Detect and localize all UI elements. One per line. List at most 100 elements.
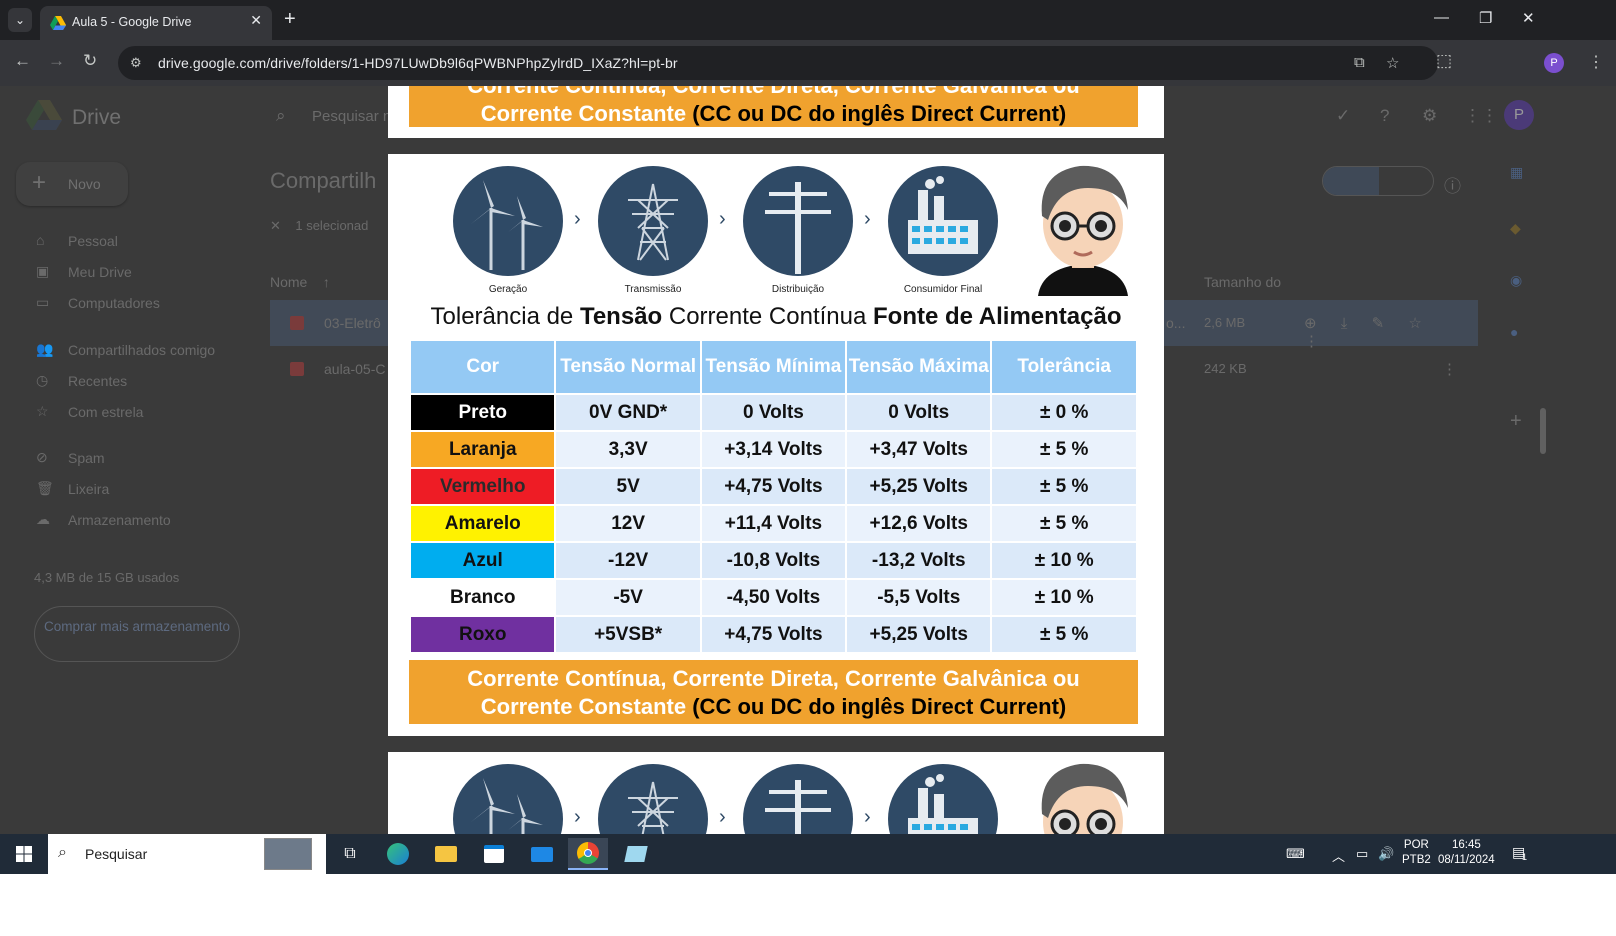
bottom-banner-line2: Corrente Constante (CC ou DC do inglês D…: [409, 693, 1138, 721]
show-hidden-icons-chevron-icon[interactable]: ︿: [1332, 846, 1345, 865]
profile-avatar[interactable]: P: [1544, 53, 1564, 73]
file-name: aula-05-C: [324, 361, 386, 377]
back-icon[interactable]: ←: [14, 51, 31, 71]
selection-status: ✕ 1 selecionad: [270, 218, 400, 242]
tolerance-table: Cor Tensão Normal Tensão Mínima Tensão M…: [409, 339, 1138, 654]
contacts-side-icon[interactable]: ●: [1510, 324, 1534, 342]
account-avatar[interactable]: P: [1504, 100, 1534, 130]
table-row: Preto 0V GND* 0 Volts 0 Volts ± 0 %: [411, 395, 1136, 430]
blank-area-below-screen: [0, 874, 1616, 936]
bottom-banner-orange-text: Corrente Constante: [480, 694, 687, 719]
site-settings-icon[interactable]: ⚙: [130, 55, 146, 71]
flow-label-transmission: Transmissão: [624, 284, 682, 295]
cell-color: Azul: [411, 543, 555, 578]
taskbar-search-placeholder: Pesquisar: [85, 846, 148, 862]
share-icon[interactable]: ⊕: [1304, 315, 1317, 332]
cell-normal-voltage: 3,3V: [556, 432, 700, 467]
address-bar[interactable]: ⚙ drive.google.com/drive/folders/1-HD97L…: [118, 46, 1438, 80]
search-icon[interactable]: ⌕: [276, 106, 286, 126]
cell-color: Roxo: [411, 617, 555, 652]
plus-icon: +: [32, 169, 47, 196]
more-actions-icon[interactable]: ⋮: [1442, 361, 1457, 378]
factory-consumer-icon: [888, 166, 998, 276]
settings-gear-icon[interactable]: ⚙: [1422, 106, 1437, 126]
new-tab-button[interactable]: +: [284, 8, 296, 30]
pdf-file-icon: [290, 316, 304, 330]
chevron-right-icon: ›: [719, 208, 726, 230]
add-addon-icon[interactable]: +: [1510, 410, 1534, 432]
file-size: 2,6 MB: [1204, 315, 1246, 330]
flow-label-consumer: Consumidor Final: [903, 284, 983, 295]
chrome-menu-icon[interactable]: ⋮: [1588, 52, 1604, 72]
extensions-icon[interactable]: ⬚: [1436, 51, 1452, 71]
volume-icon[interactable]: 🔊: [1378, 846, 1394, 862]
keep-side-icon[interactable]: ◆: [1510, 220, 1534, 238]
bottom-banner: Corrente Contínua, Corrente Direta, Corr…: [409, 660, 1138, 724]
table-title: Tolerância de Tensão Corrente Contínua F…: [388, 303, 1164, 331]
help-icon[interactable]: ?: [1380, 106, 1389, 126]
chevron-right-icon: ›: [574, 806, 581, 828]
bookmark-star-icon[interactable]: ☆: [1386, 54, 1399, 72]
tasks-side-icon[interactable]: ◉: [1510, 272, 1534, 290]
windows-start-icon[interactable]: [16, 846, 32, 862]
column-header-name[interactable]: Nome ↑: [270, 274, 330, 290]
browser-tab-active[interactable]: Aula 5 - Google Drive ✕: [40, 6, 272, 40]
cell-min-voltage: -4,50 Volts: [701, 580, 846, 615]
title-part-bold: Tensão: [579, 303, 663, 330]
table-row: Amarelo 12V +11,4 Volts +12,6 Volts ± 5 %: [411, 506, 1136, 541]
browser-tab-strip: ⌄ Aula 5 - Google Drive ✕ + — ❐ ✕: [0, 0, 1616, 40]
system-clock[interactable]: 16:45 08/11/2024: [1438, 838, 1495, 868]
chevron-right-icon: ›: [864, 806, 871, 828]
notification-center-icon[interactable]: ▤ 1: [1512, 844, 1534, 864]
window-close-icon[interactable]: ✕: [1522, 9, 1535, 27]
network-icon[interactable]: ▭: [1356, 846, 1368, 862]
microsoft-store-icon[interactable]: [474, 838, 514, 870]
scrollbar-thumb[interactable]: [1540, 408, 1546, 454]
header-tensao-minima: Tensão Mínima: [701, 341, 846, 393]
rename-icon[interactable]: ✎: [1372, 315, 1385, 332]
header-tolerancia: Tolerância: [992, 341, 1136, 393]
cloud-icon: ☁: [36, 511, 50, 527]
minimize-icon[interactable]: —: [1434, 9, 1449, 26]
reload-icon[interactable]: ↻: [83, 51, 97, 71]
apps-grid-icon[interactable]: ⋮⋮: [1464, 106, 1498, 126]
download-icon[interactable]: ⤓: [1341, 315, 1348, 332]
info-icon[interactable]: ⓘ: [1444, 172, 1461, 197]
new-button[interactable]: + Novo: [16, 162, 128, 206]
ready-offline-icon[interactable]: ✓: [1336, 106, 1350, 126]
bottom-banner-dark-text: (CC ou DC do inglês Direct Current): [692, 694, 1067, 719]
chrome-taskbar-icon[interactable]: [568, 838, 608, 870]
cell-min-voltage: 0 Volts: [701, 395, 846, 430]
buy-storage-button[interactable]: Comprar mais armazenamento: [34, 606, 240, 662]
view-toggle[interactable]: [1322, 166, 1434, 196]
file-explorer-icon[interactable]: [426, 838, 466, 870]
mail-icon[interactable]: [522, 838, 562, 870]
sidebar-item-label: Computadores: [68, 295, 160, 311]
drive-search-input[interactable]: Pesquisar n: [312, 108, 391, 125]
edge-browser-icon[interactable]: [378, 838, 418, 870]
column-name-label: Nome: [270, 274, 308, 290]
column-header-size[interactable]: Tamanho do: [1204, 274, 1281, 290]
tab-close-icon[interactable]: ✕: [250, 12, 262, 29]
cell-max-voltage: +5,25 Volts: [847, 617, 991, 652]
cell-max-voltage: 0 Volts: [847, 395, 991, 430]
notepad-app-icon[interactable]: [616, 838, 656, 870]
star-icon[interactable]: ☆: [1408, 315, 1421, 332]
language-indicator[interactable]: POR PTB2: [1402, 838, 1431, 868]
cartoon-avatar-image: [1028, 760, 1138, 834]
top-banner: Corrente Contínua, Corrente Direta, Corr…: [409, 86, 1138, 127]
url-text[interactable]: drive.google.com/drive/folders/1-HD97LUw…: [158, 55, 678, 71]
install-app-icon[interactable]: ⧉: [1354, 54, 1365, 71]
sidebar-item-label: Pessoal: [68, 233, 118, 249]
restore-icon[interactable]: ❐: [1479, 9, 1492, 27]
tab-search-chevron-icon[interactable]: ⌄: [8, 8, 32, 32]
taskbar-search[interactable]: ⌕ Pesquisar: [48, 834, 326, 874]
task-view-icon[interactable]: ⧉: [330, 838, 370, 870]
computer-icon: ▭: [36, 294, 50, 310]
forward-icon[interactable]: →: [48, 51, 65, 71]
cell-color: Laranja: [411, 432, 555, 467]
clear-selection-icon[interactable]: ✕: [270, 218, 281, 233]
calendar-side-icon[interactable]: ▦: [1510, 164, 1534, 182]
input-method-icon[interactable]: ⌨: [1286, 846, 1305, 862]
header-cor: Cor: [411, 341, 555, 393]
